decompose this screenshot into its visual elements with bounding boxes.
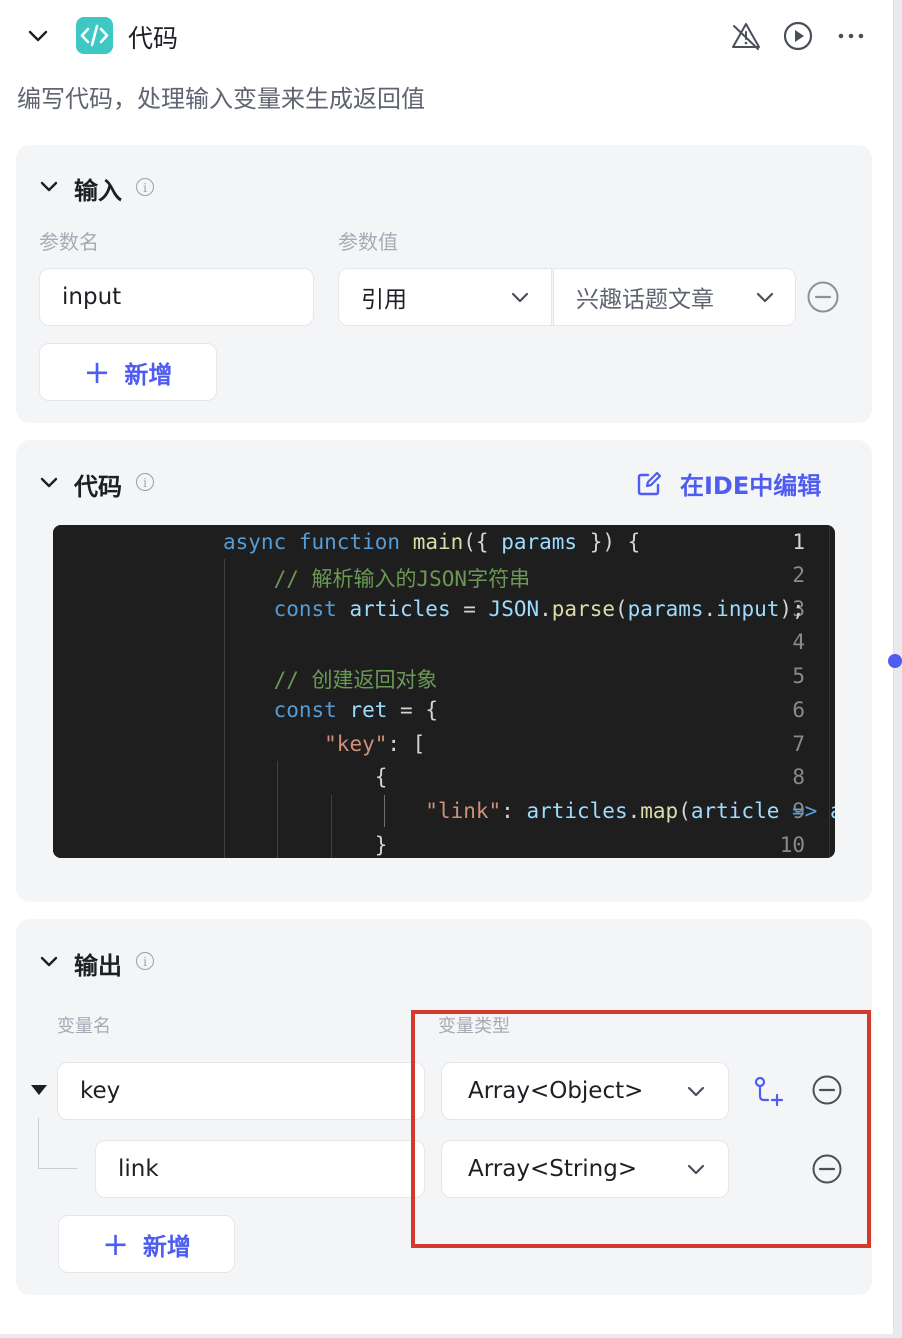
line-number: 8 <box>792 765 805 789</box>
node-title: 代码 <box>128 24 179 53</box>
code-line: "link": articles.map(article => a <box>425 799 835 823</box>
add-param-label: 新增 <box>124 360 173 389</box>
code-line: const articles = JSON.parse(params.input… <box>273 597 805 621</box>
output-title: 输出 <box>74 952 122 980</box>
param-value-label: 参数值 <box>338 230 398 254</box>
code-line: { <box>223 765 388 789</box>
highlight-box <box>411 1010 871 1248</box>
code-info-icon[interactable]: i <box>136 473 154 491</box>
add-output-button[interactable]: + 新增 <box>58 1215 235 1273</box>
var-name-label: 变量名 <box>57 1016 111 1037</box>
line-number: 7 <box>792 732 805 756</box>
output-child-name: link <box>118 1156 159 1182</box>
tree-connector <box>38 1118 77 1169</box>
output-collapse-icon[interactable] <box>38 951 60 973</box>
chevron-down-icon <box>511 292 529 303</box>
connection-handle[interactable] <box>888 654 902 668</box>
output-var-name: key <box>80 1078 121 1104</box>
input-info-icon[interactable]: i <box>136 178 154 196</box>
code-line: // 创建返回对象 <box>223 668 438 692</box>
add-output-label: 新增 <box>142 1232 191 1261</box>
collapse-chevron-icon[interactable] <box>26 24 50 48</box>
edit-in-ide-button[interactable]: 在IDE中编辑 <box>636 466 821 501</box>
output-info-icon[interactable]: i <box>136 952 154 970</box>
alert-off-icon[interactable] <box>730 20 762 52</box>
code-collapse-icon[interactable] <box>38 472 60 494</box>
code-node-icon <box>76 17 113 54</box>
more-icon[interactable] <box>835 20 867 52</box>
plus-icon: + <box>102 1225 129 1263</box>
code-line: "key": [ <box>324 732 426 756</box>
line-number: 1 <box>792 530 805 554</box>
line-number: 4 <box>792 630 805 654</box>
expand-toggle-icon[interactable] <box>30 1083 48 1097</box>
edit-icon <box>637 471 662 495</box>
param-name-input[interactable]: input <box>39 268 314 326</box>
value-type-select[interactable]: 引用 <box>338 268 552 326</box>
code-node-panel: 代码 编写代码，处理输入变量来生成返回值 输入 i 参数名 参数值 input … <box>0 0 894 1334</box>
chevron-down-icon <box>756 292 774 303</box>
code-line: const ret = { <box>273 698 438 722</box>
input-title: 输入 <box>74 177 122 205</box>
output-child-name-input[interactable]: link <box>95 1140 425 1198</box>
remove-param-icon[interactable] <box>806 280 840 314</box>
code-line: } <box>223 833 388 857</box>
add-param-button[interactable]: + 新增 <box>39 343 217 401</box>
line-number: 6 <box>792 698 805 722</box>
param-name-value: input <box>62 284 122 310</box>
edit-in-ide-label: 在IDE中编辑 <box>680 472 822 500</box>
code-line: // 解析输入的JSON字符串 <box>223 567 531 591</box>
value-ref-value: 兴趣话题文章 <box>576 287 714 313</box>
code-line: async function main({ params }) { <box>223 530 641 554</box>
line-number: 10 <box>779 833 805 857</box>
code-editor[interactable]: 1 2 3 4 5 6 7 8 9 10 async function main… <box>53 525 835 858</box>
code-title: 代码 <box>74 473 122 501</box>
plus-icon: + <box>83 353 111 391</box>
input-collapse-icon[interactable] <box>38 176 60 198</box>
line-number: 5 <box>792 664 805 688</box>
value-type-value: 引用 <box>361 287 407 313</box>
value-ref-select[interactable]: 兴趣话题文章 <box>553 268 796 326</box>
output-var-name-input[interactable]: key <box>57 1062 425 1120</box>
node-description: 编写代码，处理输入变量来生成返回值 <box>17 85 425 113</box>
line-gutter <box>53 525 203 858</box>
param-name-label: 参数名 <box>39 230 99 254</box>
line-number: 2 <box>792 563 805 587</box>
run-icon[interactable] <box>782 20 814 52</box>
